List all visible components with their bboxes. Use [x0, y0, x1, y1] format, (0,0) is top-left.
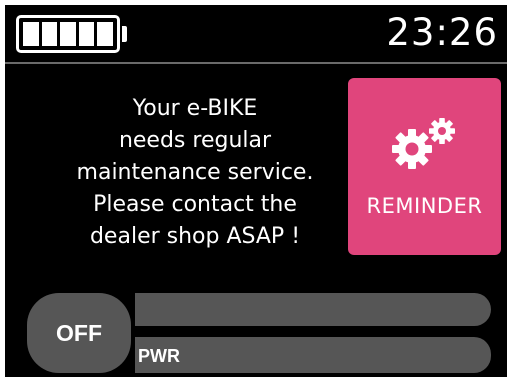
battery-segment: [23, 22, 39, 46]
maintenance-message: Your e-BIKE needs regular maintenance se…: [45, 93, 345, 253]
clock: 23:26: [386, 11, 498, 54]
message-line: needs regular: [118, 128, 272, 153]
gears-icon: [392, 118, 455, 169]
power-bar: PWR: [131, 337, 491, 373]
battery-segment: [78, 22, 95, 46]
assist-level-bar: [131, 293, 491, 326]
off-button[interactable]: OFF: [27, 293, 131, 373]
message-line: maintenance service.: [76, 160, 314, 185]
message-line: dealer shop ASAP !: [89, 224, 301, 249]
display-screen: 23:26 Your e-BIKE needs regular maintena…: [5, 5, 507, 377]
reminder-label: REMINDER: [366, 194, 483, 218]
battery-segment: [97, 22, 113, 46]
bar-separator: [131, 291, 135, 375]
battery-icon: [122, 26, 127, 42]
status-divider: [5, 62, 507, 64]
battery-segment: [60, 22, 76, 46]
battery-indicator: [16, 15, 120, 53]
message-line: Please contact the: [93, 192, 297, 217]
off-button-label: OFF: [56, 319, 102, 346]
battery-segment: [41, 22, 58, 46]
reminder-tile[interactable]: REMINDER: [348, 78, 501, 255]
power-bar-label: PWR: [138, 346, 180, 366]
message-line: Your e-BIKE: [132, 96, 258, 121]
